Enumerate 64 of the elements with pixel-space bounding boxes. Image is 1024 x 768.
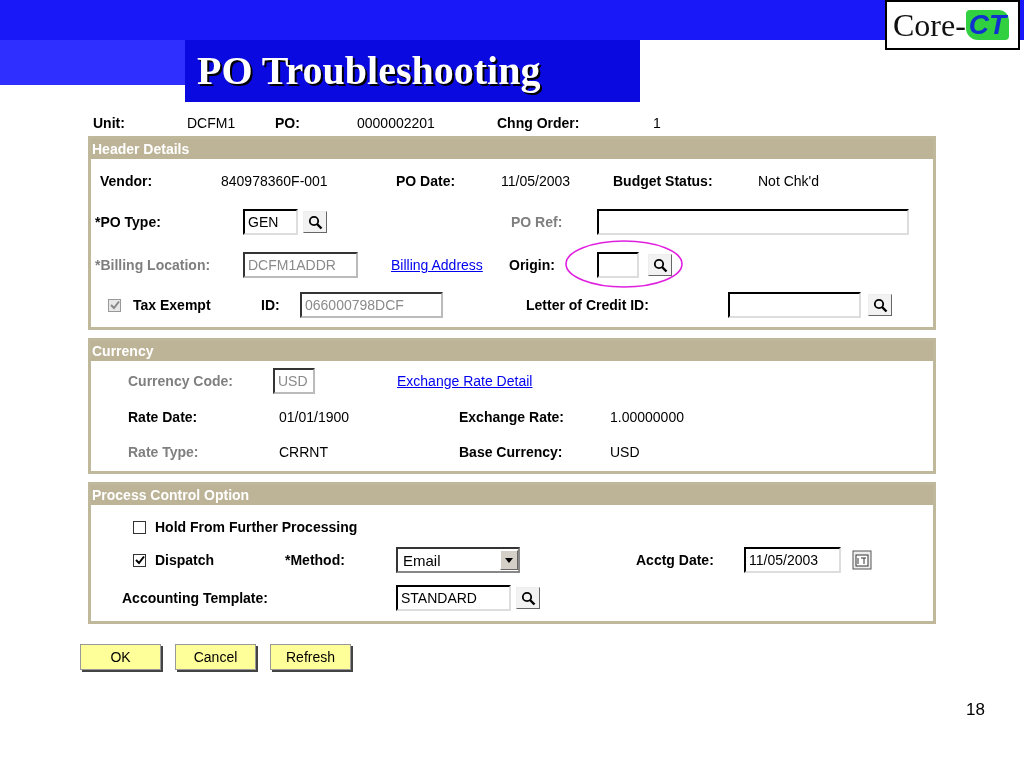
input-field[interactable] [597, 209, 909, 235]
search-icon [520, 590, 536, 606]
dropdown[interactable]: Email [396, 547, 520, 573]
lookup-button[interactable] [648, 254, 672, 276]
link[interactable]: Exchange Rate Detail [397, 373, 577, 389]
field-label: Rate Type: [128, 444, 200, 460]
field-label: *PO Type: [95, 214, 162, 230]
field-label: Base Currency: [459, 444, 564, 460]
field-label: Currency Code: [128, 373, 235, 389]
field-label: Hold From Further Processing [155, 519, 359, 535]
section-header: Currency [91, 341, 933, 361]
field-value: DCFM1 [187, 115, 237, 131]
field-value: 11/05/2003 [501, 173, 572, 189]
field-value: 0000002201 [357, 115, 436, 131]
field-label: PO: [275, 115, 301, 131]
form-button[interactable]: Refresh [270, 644, 351, 670]
section-header: Header Details [91, 139, 933, 159]
field-value: 840978360F-001 [221, 173, 329, 189]
search-icon [872, 297, 888, 313]
field-label: Chng Order: [497, 115, 581, 131]
input-field[interactable] [597, 252, 639, 278]
field-value: 1.00000000 [610, 409, 685, 425]
field-label: *Method: [285, 552, 346, 568]
field-label: Origin: [509, 257, 556, 273]
input-field[interactable]: 11/05/2003 [744, 547, 841, 573]
field-label: Acctg Date: [636, 552, 715, 568]
field-label: Letter of Credit ID: [526, 297, 650, 313]
form-button[interactable]: Cancel [175, 644, 256, 670]
calendar-icon[interactable] [852, 550, 872, 570]
checkbox[interactable] [133, 553, 146, 567]
field-label: Unit: [93, 115, 126, 131]
field-value: Not Chk'd [758, 173, 821, 189]
input-field[interactable]: STANDARD [396, 585, 511, 611]
lookup-button[interactable] [303, 211, 327, 233]
field-value: 01/01/1900 [279, 409, 351, 425]
page-number: 18 [966, 700, 985, 720]
field-label: Budget Status: [613, 173, 714, 189]
checkbox[interactable] [133, 520, 146, 534]
field-label: ID: [261, 297, 281, 313]
field-label: Dispatch [155, 552, 216, 568]
field-label: PO Date: [396, 173, 457, 189]
caret-icon [505, 557, 513, 563]
field-label: Accounting Template: [122, 590, 269, 606]
input-field[interactable]: GEN [243, 209, 298, 235]
field-label: Vendor: [100, 173, 154, 189]
logo-mark: CT [965, 9, 1010, 41]
section-header: Process Control Option [91, 485, 933, 505]
slide-title: PO Troubleshooting [185, 40, 640, 102]
search-icon [307, 214, 323, 230]
link[interactable]: Billing Address [391, 257, 509, 273]
form-button[interactable]: OK [80, 644, 161, 670]
field-value: USD [610, 444, 641, 460]
lookup-button[interactable] [516, 587, 540, 609]
field-label: Rate Date: [128, 409, 199, 425]
logo-text: Core- [893, 9, 966, 41]
field-value: CRRNT [279, 444, 329, 460]
search-icon [652, 257, 668, 273]
input-field[interactable] [728, 292, 861, 318]
field-label: Exchange Rate: [459, 409, 566, 425]
field-label: *Billing Location: [95, 257, 212, 273]
field-label: PO Ref: [511, 214, 564, 230]
field-label: Tax Exempt [133, 297, 212, 313]
field-value: 1 [653, 115, 662, 131]
lookup-button[interactable] [868, 294, 892, 316]
